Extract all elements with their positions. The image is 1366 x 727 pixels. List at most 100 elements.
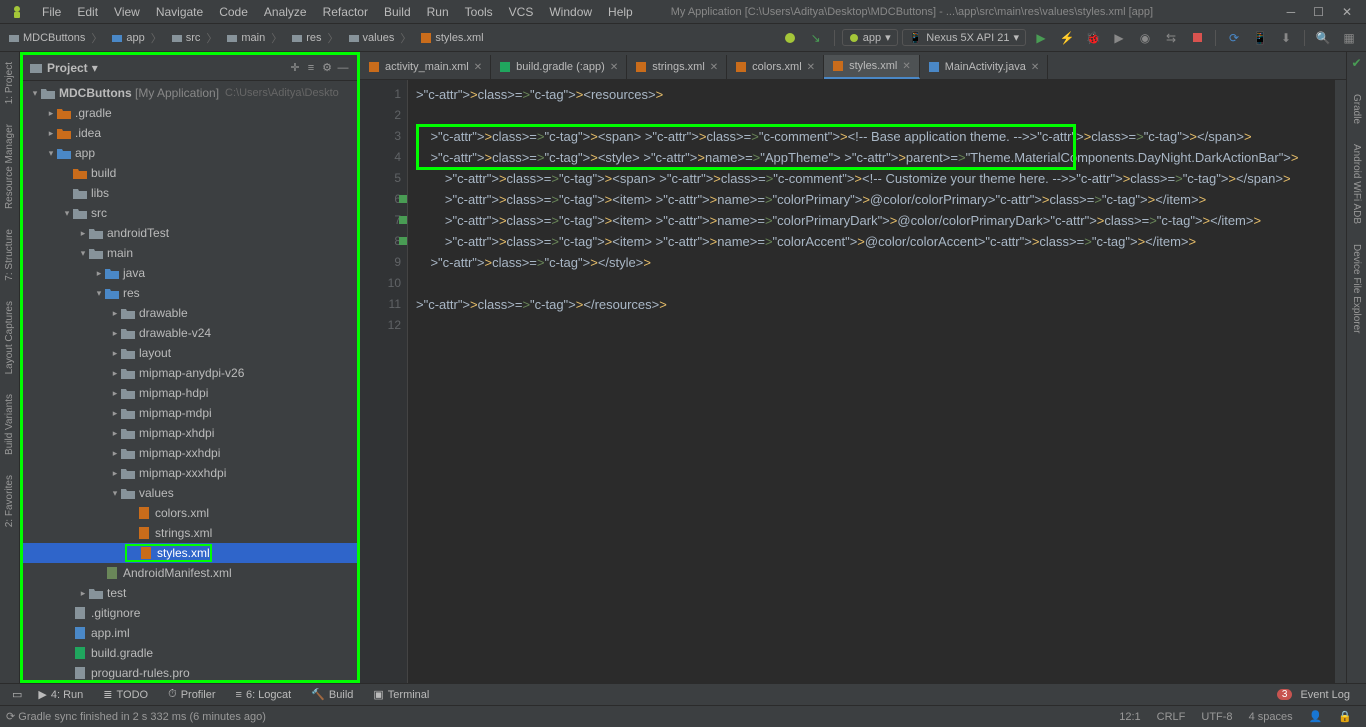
code-editor[interactable]: >"c-attr">>class>=>"c-tag">><resources>>…	[408, 80, 1334, 683]
tool-logcat[interactable]: ≡ 6: Logcat	[226, 689, 302, 701]
editor-tab[interactable]: MainActivity.java✕	[920, 55, 1049, 79]
locate-icon[interactable]: ✛	[287, 60, 303, 76]
maximize-button[interactable]: ☐	[1313, 5, 1324, 19]
indent-setting[interactable]: 4 spaces	[1241, 711, 1301, 723]
menu-view[interactable]: View	[106, 5, 148, 19]
close-tab-icon[interactable]: ✕	[610, 62, 618, 73]
editor-tab[interactable]: colors.xml✕	[727, 55, 824, 79]
tree-node[interactable]: ▸mipmap-mdpi	[23, 403, 357, 423]
tool-terminal[interactable]: ▣ Terminal	[363, 688, 439, 701]
menu-tools[interactable]: Tools	[457, 5, 501, 19]
menu-file[interactable]: File	[34, 5, 69, 19]
coverage-button[interactable]: ▶	[1108, 27, 1130, 49]
vertical-scrollbar[interactable]	[1334, 80, 1346, 683]
tree-node[interactable]: ▸mipmap-xxxhdpi	[23, 463, 357, 483]
tool-layout-captures[interactable]: Layout Captures	[4, 295, 15, 380]
tree-node[interactable]: libs	[23, 183, 357, 203]
menu-run[interactable]: Run	[419, 5, 457, 19]
menu-navigate[interactable]: Navigate	[148, 5, 211, 19]
tree-node[interactable]: build.gradle	[23, 643, 357, 663]
menu-code[interactable]: Code	[211, 5, 256, 19]
sdk-manager-button[interactable]: ⬇	[1275, 27, 1297, 49]
tree-node[interactable]: ▸androidTest	[23, 223, 357, 243]
tree-node[interactable]: ▸mipmap-hdpi	[23, 383, 357, 403]
avd-manager-button[interactable]: 📱	[1249, 27, 1271, 49]
tool-wifi-adb[interactable]: Android WiFi ADB	[1351, 138, 1362, 230]
tree-node[interactable]: build	[23, 163, 357, 183]
make-project-button[interactable]: ↘	[805, 27, 827, 49]
tool-device-explorer[interactable]: Device File Explorer	[1351, 238, 1362, 339]
event-log-button[interactable]: 3Event Log	[1267, 689, 1360, 701]
tree-node[interactable]: proguard-rules.pro	[23, 663, 357, 680]
device-selector[interactable]: 📱 Nexus 5X API 21 ▾	[902, 29, 1026, 46]
android-icon[interactable]	[779, 27, 801, 49]
tree-node[interactable]: app.iml	[23, 623, 357, 643]
tool-profiler[interactable]: ⏱ Profiler	[158, 688, 225, 701]
close-tab-icon[interactable]: ✕	[1031, 62, 1039, 73]
tool-build[interactable]: 🔨 Build	[301, 688, 363, 701]
tree-node[interactable]: ▾main	[23, 243, 357, 263]
tree-node[interactable]: AndroidManifest.xml	[23, 563, 357, 583]
project-tree[interactable]: ▾MDCButtons [My Application]C:\Users\Adi…	[23, 81, 357, 680]
tree-node[interactable]: strings.xml	[23, 523, 357, 543]
tool-window-toggle-icon[interactable]: ▭	[6, 688, 28, 701]
memory-lock-icon[interactable]: 🔒	[1330, 710, 1360, 723]
tree-node[interactable]: ▸mipmap-xxhdpi	[23, 443, 357, 463]
breadcrumb[interactable]: MDCButtons〉 app〉 src〉 main〉 res〉 values〉…	[6, 30, 486, 46]
tree-node[interactable]: ▸.gradle	[23, 103, 357, 123]
tree-node[interactable]: ▸.idea	[23, 123, 357, 143]
tree-node[interactable]: ▾src	[23, 203, 357, 223]
tree-node[interactable]: ▸drawable-v24	[23, 323, 357, 343]
run-button[interactable]: ▶	[1030, 27, 1052, 49]
tool-project[interactable]: 1: Project	[4, 56, 15, 110]
apply-changes-button[interactable]: ⚡	[1056, 27, 1078, 49]
settings-gear-icon[interactable]: ⚙	[319, 60, 335, 76]
close-tab-icon[interactable]: ✕	[902, 61, 910, 72]
menu-help[interactable]: Help	[600, 5, 641, 19]
tree-node[interactable]: styles.xml	[23, 543, 357, 563]
tree-node[interactable]: ▾values	[23, 483, 357, 503]
tool-favorites[interactable]: 2: Favorites	[4, 469, 15, 533]
editor-tab[interactable]: build.gradle (:app)✕	[491, 55, 627, 79]
menu-analyze[interactable]: Analyze	[256, 5, 315, 19]
tree-node[interactable]: ▸mipmap-anydpi-v26	[23, 363, 357, 383]
settings-button[interactable]: ▦	[1338, 27, 1360, 49]
collapse-all-icon[interactable]: ≡	[303, 60, 319, 76]
minimize-button[interactable]: ─	[1287, 5, 1296, 19]
tree-node[interactable]: ▸drawable	[23, 303, 357, 323]
inspection-ok-icon[interactable]: ✔	[1351, 56, 1361, 70]
menu-window[interactable]: Window	[541, 5, 600, 19]
tool-run[interactable]: ▶ 4: Run	[28, 688, 93, 701]
tool-gradle[interactable]: Gradle	[1351, 88, 1362, 130]
tree-node[interactable]: ▾res	[23, 283, 357, 303]
hide-panel-icon[interactable]: —	[335, 60, 351, 76]
file-encoding[interactable]: UTF-8	[1193, 711, 1240, 723]
sync-button[interactable]: ⟳	[1223, 27, 1245, 49]
tree-node[interactable]: ▸test	[23, 583, 357, 603]
run-config-selector[interactable]: app ▾	[842, 29, 898, 46]
tree-node[interactable]: .gitignore	[23, 603, 357, 623]
menu-build[interactable]: Build	[376, 5, 419, 19]
tree-node[interactable]: ▸layout	[23, 343, 357, 363]
tool-resource-manager[interactable]: Resource Manager	[4, 118, 15, 215]
tree-node[interactable]: ▸mipmap-xhdpi	[23, 423, 357, 443]
tree-node[interactable]: ▾app	[23, 143, 357, 163]
search-everywhere-button[interactable]: 🔍	[1312, 27, 1334, 49]
debug-button[interactable]: 🐞	[1082, 27, 1104, 49]
editor-tab[interactable]: activity_main.xml✕	[360, 55, 491, 79]
menu-edit[interactable]: Edit	[69, 5, 106, 19]
editor-tab[interactable]: strings.xml✕	[627, 55, 727, 79]
caret-position[interactable]: 12:1	[1111, 711, 1148, 723]
close-tab-icon[interactable]: ✕	[474, 62, 482, 73]
editor-tab[interactable]: styles.xml✕	[824, 55, 920, 79]
tool-todo[interactable]: ≣ TODO	[93, 688, 158, 701]
tree-node[interactable]: ▾MDCButtons [My Application]C:\Users\Adi…	[23, 83, 357, 103]
close-tab-icon[interactable]: ✕	[710, 62, 718, 73]
line-separator[interactable]: CRLF	[1149, 711, 1194, 723]
inspection-profile-icon[interactable]: 👤	[1301, 710, 1331, 723]
profile-button[interactable]: ◉	[1134, 27, 1156, 49]
menu-vcs[interactable]: VCS	[501, 5, 542, 19]
close-button[interactable]: ✕	[1342, 5, 1352, 19]
tree-node[interactable]: ▸java	[23, 263, 357, 283]
stop-button[interactable]	[1186, 27, 1208, 49]
